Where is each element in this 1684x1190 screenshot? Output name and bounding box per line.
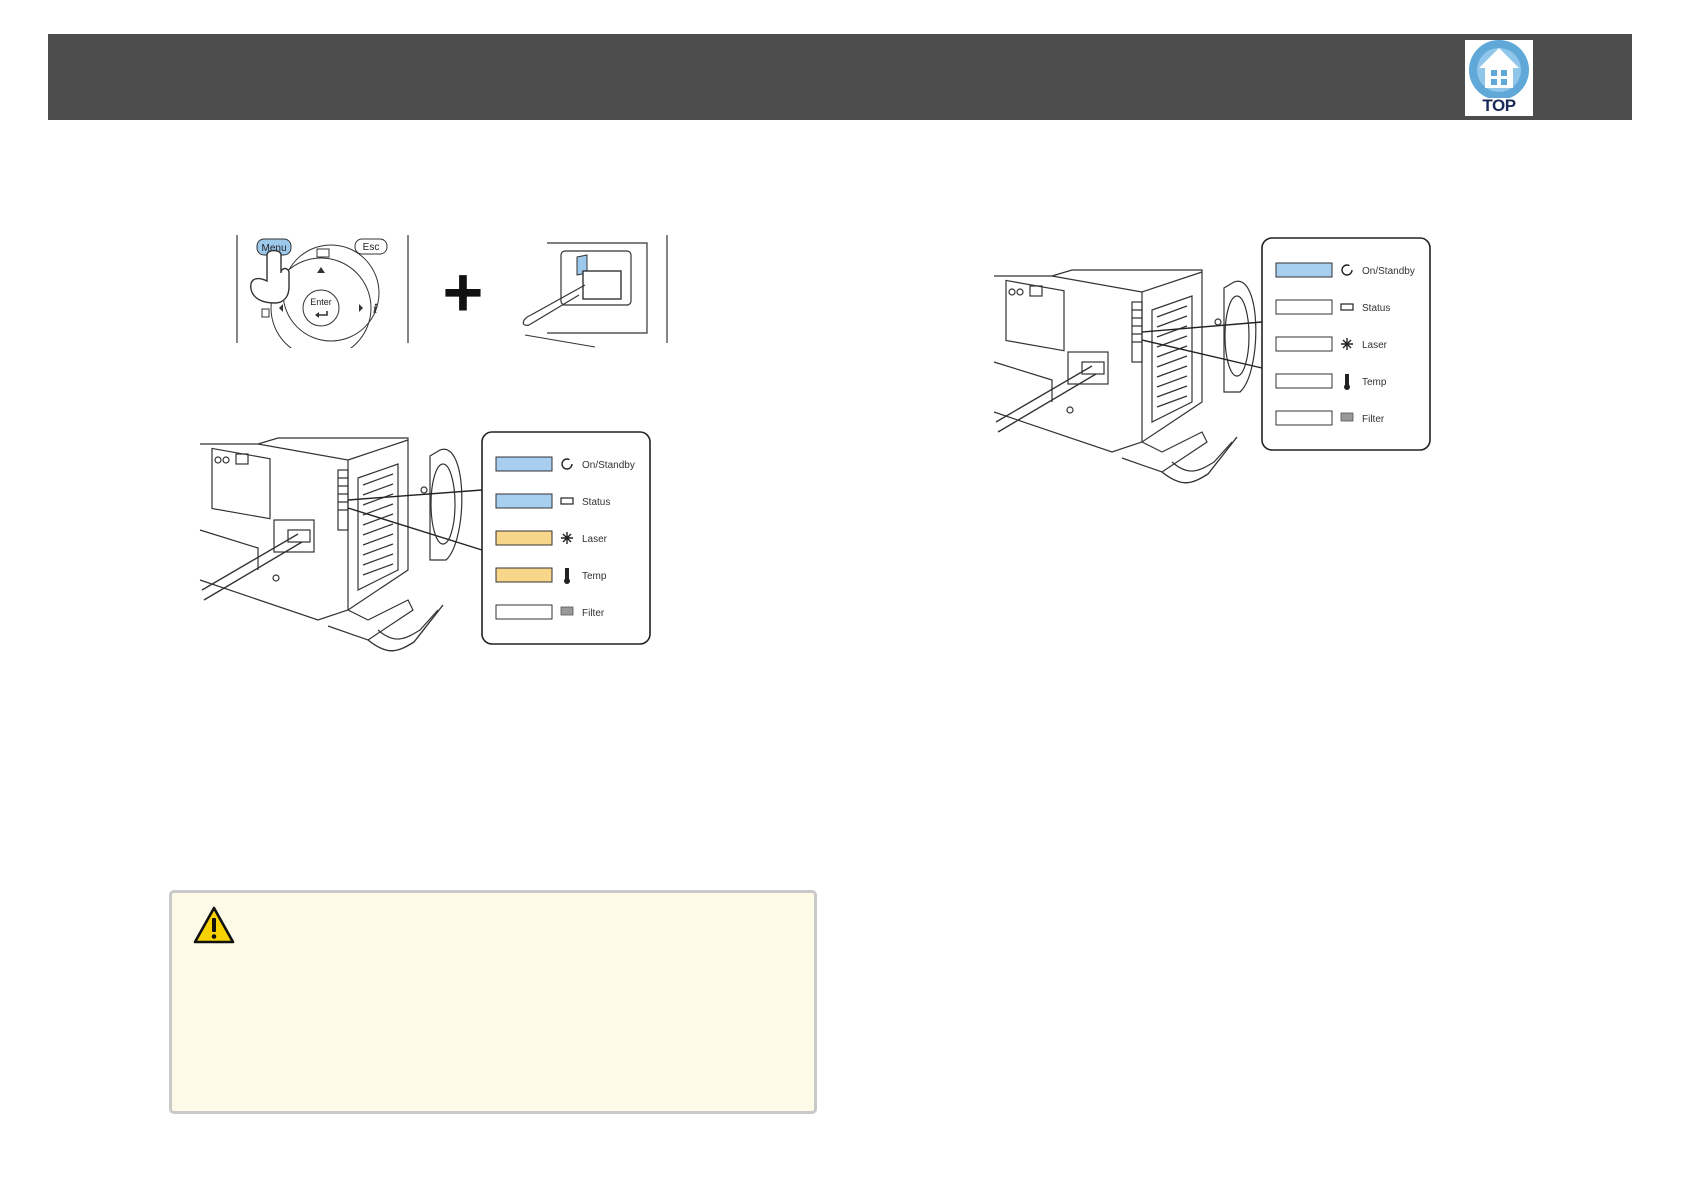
- indicator-row-temp: Temp: [495, 567, 607, 584]
- projector-illustration: [993, 269, 1257, 484]
- indicator-lamp: [495, 604, 553, 620]
- indicator-row-laser: Laser: [1275, 336, 1388, 352]
- thermometer-icon: [565, 568, 569, 579]
- house-icon: [1469, 40, 1529, 100]
- indicator-label: Status: [582, 497, 610, 508]
- esc-button-label: Esc: [363, 242, 380, 253]
- top-button-label: TOP: [1482, 96, 1516, 115]
- indicator-label: Temp: [582, 571, 607, 582]
- enter-button-label: Enter: [310, 297, 332, 307]
- header-bar: [48, 34, 1632, 120]
- indicator-lamp: [495, 530, 553, 546]
- warning-icon: [193, 906, 235, 944]
- indicator-row-laser: Laser: [495, 530, 608, 546]
- hand-icon: [250, 249, 290, 304]
- indicator-label: Filter: [1362, 414, 1385, 425]
- indicator-lamp: [495, 567, 553, 583]
- indicator-lamp: [1275, 262, 1333, 278]
- projector-illustration: [199, 437, 463, 652]
- indicator-lamp: [1275, 410, 1333, 426]
- esc-button: Esc: [354, 238, 388, 255]
- power-cord-illustration: [522, 235, 668, 348]
- indicator-row-filter: Filter: [495, 604, 605, 620]
- indicator-label: Status: [1362, 303, 1390, 314]
- indicator-label: On/Standby: [582, 460, 635, 471]
- indicator-lamp: [1275, 336, 1333, 352]
- top-button[interactable]: TOP: [1465, 40, 1533, 116]
- indicator-lamp: [495, 456, 553, 472]
- indicator-label: Laser: [582, 534, 608, 545]
- plus-symbol: +: [443, 253, 484, 331]
- caution-box: [169, 890, 817, 1114]
- indicator-label: Temp: [1362, 377, 1387, 388]
- indicator-lamp: [1275, 373, 1333, 389]
- projector-indicators-figure-right: On/Standby Status Laser Temp Filter: [992, 236, 1482, 490]
- filter-icon: [1340, 412, 1354, 422]
- projector-indicators-figure-left: On/Standby Status Laser Temp Filter: [198, 430, 698, 660]
- filter-icon: [560, 606, 574, 616]
- indicator-lamp: [1275, 299, 1333, 315]
- indicator-label: Filter: [582, 608, 605, 619]
- indicator-label: Laser: [1362, 340, 1388, 351]
- indicator-row-temp: Temp: [1275, 373, 1387, 390]
- indicator-row-filter: Filter: [1275, 410, 1385, 426]
- remote-and-power-figure: Menu Esc Enter i +: [235, 233, 680, 359]
- svg-text:i: i: [373, 302, 378, 316]
- indicator-lamp: [495, 493, 553, 509]
- indicator-label: On/Standby: [1362, 266, 1415, 277]
- thermometer-icon: [1345, 374, 1349, 385]
